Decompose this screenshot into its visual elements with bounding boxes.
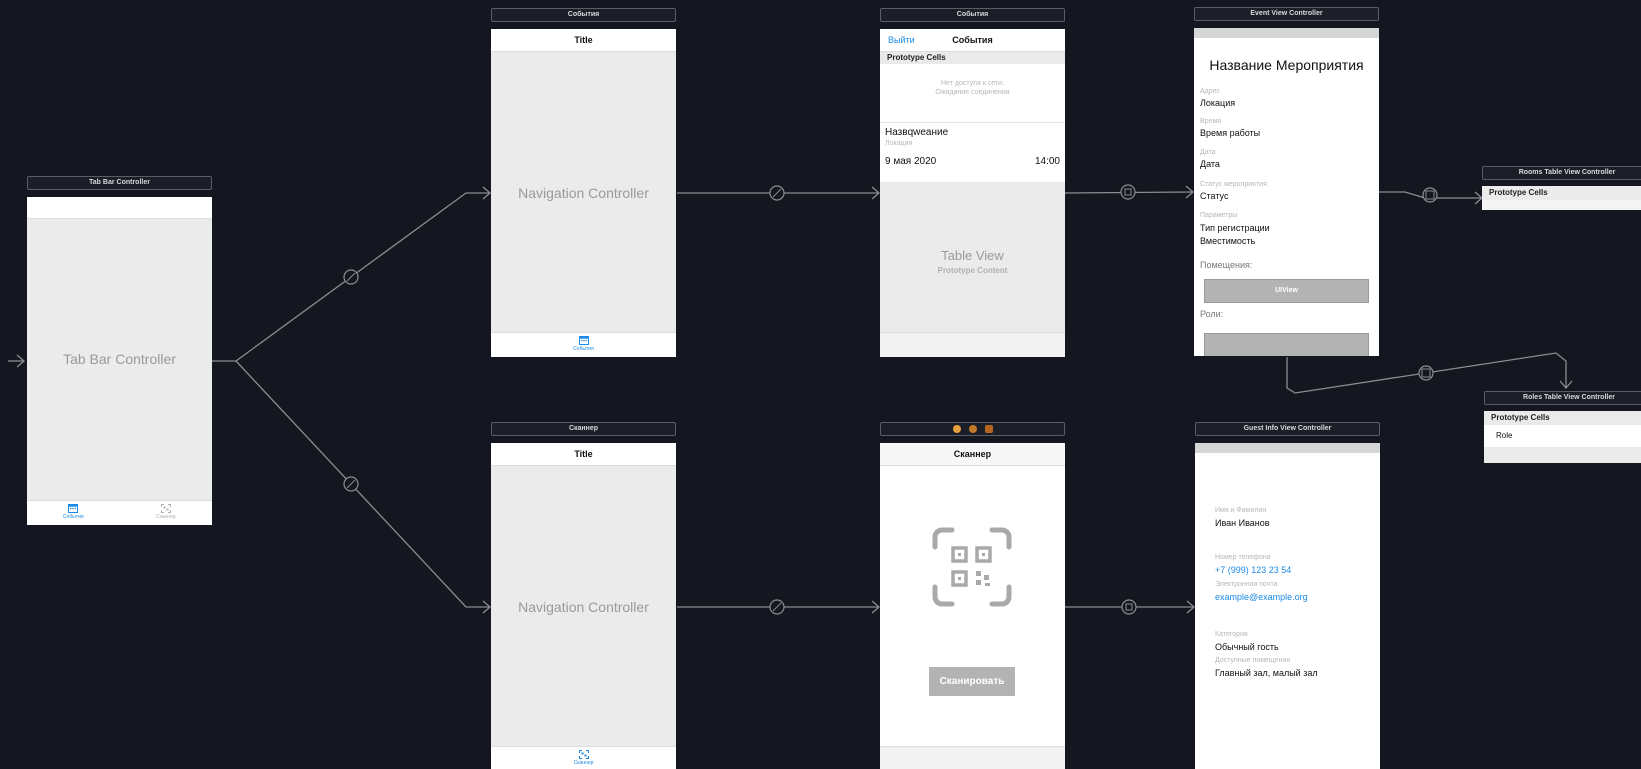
guest-rooms-value: Главный зал, малый зал	[1215, 668, 1318, 678]
roles-uiview[interactable]	[1204, 333, 1369, 356]
registration-type-value: Тип регистрации	[1200, 223, 1270, 233]
guest-phone-label: Номер телефона	[1215, 554, 1271, 561]
role-cell[interactable]: Role	[1484, 425, 1641, 447]
no-network-line-2: Ожидание соединения	[935, 89, 1010, 96]
qr-code-icon	[932, 527, 1012, 607]
scanner-nav-tab-bar: Сканнер	[491, 746, 676, 769]
events-table-nav-bar: Выйти События	[880, 29, 1065, 52]
prototype-cells-header: Prototype Cells	[880, 52, 1065, 64]
events-table-screen[interactable]: Выйти События Prototype Cells Нет доступ…	[880, 29, 1065, 357]
qr-scan-icon	[160, 504, 171, 513]
guest-info-screen[interactable]: Имя и Фамилия Иван Иванов Номер телефона…	[1195, 443, 1380, 769]
event-cell[interactable]: Назвqweание Локация 9 мая 2020 14:00	[880, 125, 1065, 177]
event-cell-date: 9 мая 2020	[885, 156, 937, 167]
scan-button[interactable]: Сканировать	[929, 667, 1015, 696]
tab-scanner-label: Сканнер	[573, 760, 594, 766]
roles-label: Роли:	[1200, 309, 1224, 319]
tab-events-label: События	[573, 346, 594, 352]
rooms-prototype-cells-header: Prototype Cells	[1482, 186, 1641, 200]
scanner-nav-placeholder-label: Navigation Controller	[518, 599, 649, 615]
tab-bar-screen[interactable]: Tab Bar Controller События Сканнер	[27, 197, 212, 525]
date-label: Дата	[1200, 149, 1216, 156]
scanner-nav-screen[interactable]: Title Navigation Controller Сканнер	[491, 443, 676, 769]
events-nav-screen[interactable]: Title Navigation Controller События	[491, 29, 676, 357]
tab-scanner-label: Сканнер	[155, 514, 176, 520]
capacity-value: Вместимость	[1200, 236, 1256, 246]
logout-button[interactable]: Выйти	[888, 29, 915, 51]
scanner-screen[interactable]: Сканнер Сканировать	[880, 443, 1065, 769]
tab-bar-placeholder-label: Tab Bar Controller	[63, 351, 176, 367]
no-network-line-1: Нет доступа к сети.	[941, 80, 1004, 87]
event-cell-location: Локация	[885, 140, 913, 147]
roles-prototype-cells-header: Prototype Cells	[1484, 411, 1641, 425]
tab-scanner[interactable]: Сканнер	[537, 750, 630, 766]
exit-icon[interactable]	[985, 425, 993, 433]
tab-events[interactable]: События	[27, 504, 120, 520]
roles-table-screen[interactable]: Prototype Cells Role	[1484, 411, 1641, 463]
table-view-area[interactable]: Table View Prototype Content	[880, 182, 1065, 333]
events-nav-scene-title[interactable]: События	[491, 8, 676, 22]
guest-category-value: Обычный гость	[1215, 642, 1279, 652]
calendar-icon	[68, 504, 79, 513]
scanner-nav-bar-title: Title	[491, 443, 676, 466]
scanner-tab-bar	[880, 746, 1065, 769]
event-view-top-bar	[1194, 28, 1379, 38]
table-view-label: Table View	[941, 248, 1004, 263]
guest-info-scene-title[interactable]: Guest Info View Controller	[1195, 422, 1380, 436]
cell-divider	[880, 122, 1065, 123]
status-bar-area	[27, 197, 212, 219]
time-value: Время работы	[1200, 128, 1261, 138]
events-table-nav-title: События	[952, 35, 993, 45]
params-label: Параметры	[1200, 212, 1238, 219]
tab-events[interactable]: События	[537, 336, 630, 352]
segue-connections	[8, 184, 1573, 615]
address-value: Локация	[1200, 98, 1236, 108]
scanner-nav-scene-title[interactable]: Сканнер	[491, 422, 676, 436]
guest-rooms-label: Доступные помещения	[1215, 657, 1291, 664]
time-label: Время	[1200, 118, 1222, 125]
tab-bar-scene-title[interactable]: Tab Bar Controller	[27, 176, 212, 190]
events-nav-tab-bar: События	[491, 332, 676, 357]
event-name-title: Название Мероприятия	[1209, 57, 1364, 73]
event-cell-name: Назвqweание	[885, 127, 949, 138]
guest-phone-link[interactable]: +7 (999) 123 23 54	[1215, 565, 1291, 575]
tab-scanner[interactable]: Сканнер	[120, 504, 213, 520]
guest-email-link[interactable]: example@example.org	[1215, 592, 1308, 602]
first-responder-icon[interactable]	[969, 425, 977, 433]
roles-scene-title[interactable]: Roles Table View Controller	[1484, 391, 1641, 405]
guest-name-label: Имя и Фамилия	[1215, 507, 1267, 514]
rooms-scene-title[interactable]: Rooms Table View Controller	[1482, 166, 1641, 180]
status-value: Статус	[1200, 191, 1229, 201]
scanner-scene-dock[interactable]	[880, 422, 1065, 436]
date-value: Дата	[1200, 159, 1220, 169]
tab-events-label: События	[62, 514, 84, 520]
guest-email-label: Электронная почта	[1215, 581, 1278, 588]
status-label: Статус мероприятия	[1200, 181, 1267, 188]
event-view-scene-title[interactable]: Event View Controller	[1194, 7, 1379, 21]
storyboard-canvas[interactable]: Tab Bar Controller Tab Bar Controller Со…	[0, 0, 1641, 769]
view-controller-icon[interactable]	[953, 425, 961, 433]
tab-bar: События Сканнер	[27, 500, 212, 525]
guest-name-value: Иван Иванов	[1215, 518, 1270, 528]
calendar-icon	[578, 336, 589, 345]
events-nav-placeholder-label: Navigation Controller	[518, 185, 649, 201]
prototype-content-label: Prototype Content	[937, 266, 1008, 275]
guest-info-top-bar	[1195, 443, 1380, 453]
qr-scan-icon	[578, 750, 589, 759]
rooms-label: Помещения:	[1200, 260, 1253, 270]
rooms-uiview[interactable]: UIView	[1204, 279, 1369, 303]
no-network-message: Нет доступа к сети. Ожидание соединения	[880, 79, 1065, 97]
address-label: Адрес	[1200, 88, 1221, 95]
guest-category-label: Категория	[1215, 631, 1248, 638]
role-cell-label: Role	[1496, 431, 1513, 440]
events-table-scene-title[interactable]: События	[880, 8, 1065, 22]
event-view-screen[interactable]: Название Мероприятия Адрес Локация Время…	[1194, 28, 1379, 356]
events-table-tab-bar	[880, 332, 1065, 357]
rooms-table-screen[interactable]: Prototype Cells	[1482, 186, 1641, 210]
event-cell-time: 14:00	[1034, 156, 1060, 167]
events-nav-bar-title: Title	[491, 29, 676, 52]
scanner-nav-title: Сканнер	[880, 443, 1065, 466]
